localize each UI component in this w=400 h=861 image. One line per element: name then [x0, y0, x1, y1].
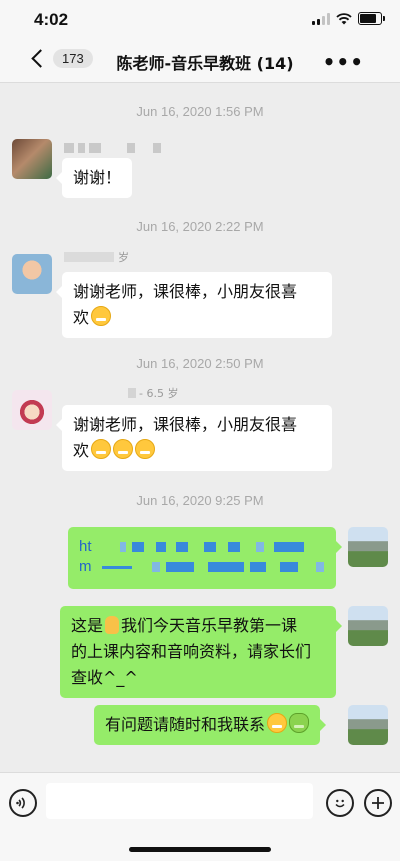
voice-icon [16, 797, 25, 809]
avatar[interactable] [348, 527, 388, 567]
message-bubble-incoming[interactable]: 谢谢老师，课很棒，小朋友很喜 欢 [56, 405, 332, 471]
avatar[interactable] [348, 606, 388, 646]
add-button[interactable] [364, 789, 392, 817]
status-bar: 4:02 [0, 0, 400, 40]
battery-icon [358, 12, 385, 25]
message-bubble-incoming[interactable]: 谢谢！ [55, 158, 133, 198]
link-message-bubble[interactable]: ht m [68, 527, 342, 589]
hugging-face-icon [135, 439, 156, 459]
message-text: 有问题请随时和我联系 [105, 715, 266, 734]
message-bubble-outgoing[interactable]: 有问题请随时和我联系 [94, 705, 327, 745]
message-text: 欢 [73, 441, 90, 460]
link-text-line[interactable]: ht [79, 537, 325, 557]
voice-input-button[interactable] [9, 789, 37, 817]
message-text: 谢谢！ [73, 168, 122, 187]
frog-icon [289, 713, 310, 733]
home-indicator [129, 847, 271, 852]
link-text-line[interactable]: m [79, 557, 325, 577]
message-timestamp: Jun 16, 2020 1:56 PM [136, 104, 264, 119]
emoji-icon [335, 799, 345, 808]
status-time: 4:02 [34, 10, 69, 29]
message-bubble-outgoing[interactable]: 这是 我们今天音乐早教第一课 的上课内容和音响资料，请家长们 查收^_^ [60, 606, 342, 698]
sender-name-redacted [64, 143, 161, 153]
chat-header: 173 陈老师-音乐早教班 (14) ••• [0, 40, 400, 83]
add-icon [372, 797, 384, 809]
signal-icon [312, 12, 330, 25]
grinning-face-icon [91, 306, 112, 326]
message-text: 欢 [73, 308, 90, 327]
wifi-icon [336, 12, 352, 24]
sender-name: 岁 [64, 249, 129, 265]
pointing-up-icon [105, 616, 120, 634]
emoji-button[interactable] [326, 789, 354, 817]
message-timestamp: Jun 16, 2020 2:50 PM [136, 356, 264, 371]
hugging-face-icon [113, 439, 134, 459]
message-bubble-incoming[interactable]: 谢谢老师，课很棒，小朋友很喜 欢 [56, 272, 332, 338]
avatar[interactable] [12, 254, 52, 294]
message-text: 查收^_^ [71, 668, 138, 687]
status-icons [312, 12, 385, 25]
message-text: 谢谢老师，课很棒，小朋友很喜 [73, 415, 298, 434]
message-timestamp: Jun 16, 2020 2:22 PM [136, 219, 264, 234]
message-text: 谢谢老师，课很棒，小朋友很喜 [73, 282, 298, 301]
avatar[interactable] [348, 705, 388, 745]
message-input[interactable] [46, 783, 313, 819]
avatar[interactable] [12, 390, 52, 430]
message-timestamp: Jun 16, 2020 9:25 PM [136, 493, 264, 508]
sender-name: - 6.5 岁 [128, 385, 178, 401]
grinning-face-icon [91, 439, 112, 459]
message-text: 的上课内容和音响资料，请家长们 [71, 642, 312, 661]
more-options-button[interactable]: ••• [323, 50, 364, 74]
smiling-face-icon [267, 713, 288, 733]
avatar[interactable] [12, 139, 52, 179]
